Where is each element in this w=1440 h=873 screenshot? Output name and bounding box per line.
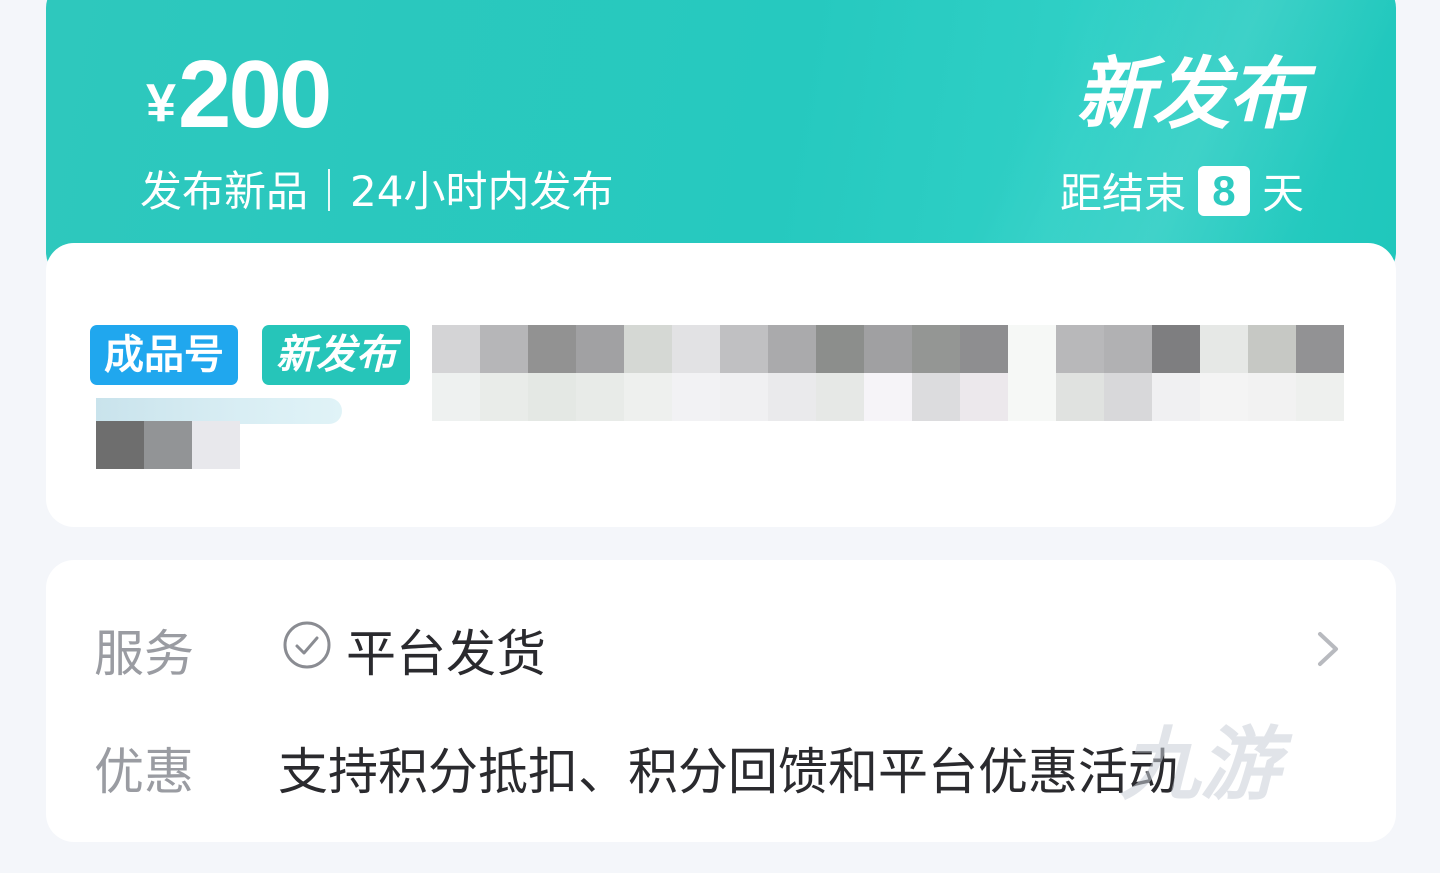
countdown-days: 8 [1197, 165, 1250, 216]
product-title-card[interactable]: 成品号 新发布 [46, 243, 1396, 527]
check-circle-icon [283, 621, 331, 669]
countdown: 距结束 8 天 [1060, 160, 1304, 221]
new-release-badge: 新发布 [1075, 50, 1306, 140]
currency-symbol: ¥ [146, 73, 177, 133]
watermark-logo: 九游 [1120, 718, 1280, 811]
tag-finished-account: 成品号 [90, 325, 238, 385]
tag-new-release: 新发布 [262, 325, 410, 385]
listing-page: ¥200 发布新品｜24小时内发布 新发布 距结束 8 天 成品号 新发布 服务… [0, 0, 1440, 873]
price-value: 200 [178, 41, 332, 148]
service-label: 服务 [94, 625, 194, 683]
discount-value: 支持积分抵扣、积分回馈和平台优惠活动 [278, 743, 1178, 801]
countdown-suffix: 天 [1261, 169, 1304, 218]
price: ¥200 [146, 40, 332, 150]
chevron-right-icon[interactable] [1316, 630, 1340, 668]
release-subtitle: 发布新品｜24小时内发布 [140, 167, 614, 216]
blurred-title-text-line2 [96, 421, 240, 469]
price-banner: ¥200 发布新品｜24小时内发布 新发布 距结束 8 天 [46, 0, 1396, 280]
discount-label: 优惠 [94, 743, 194, 801]
service-value: 平台发货 [346, 625, 546, 683]
countdown-prefix: 距结束 [1059, 169, 1186, 218]
blurred-title-text [432, 325, 1344, 421]
